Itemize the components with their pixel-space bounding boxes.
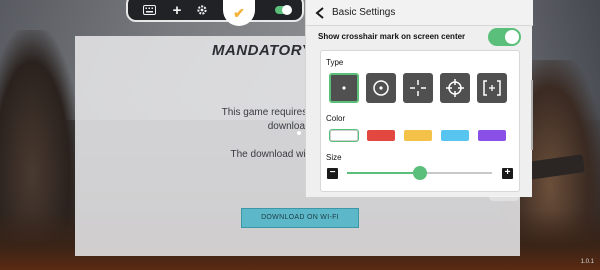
crosshair-toggle-switch[interactable] — [488, 28, 521, 46]
color-swatch-yellow[interactable] — [404, 130, 432, 141]
cross-gap-crosshair-icon — [410, 80, 426, 96]
color-swatch-white[interactable] — [330, 130, 358, 141]
color-swatch-blue[interactable] — [441, 130, 469, 141]
gear-icon[interactable] — [195, 3, 209, 17]
size-label: Size — [326, 153, 342, 162]
color-label: Color — [326, 114, 346, 123]
crosshair-type-dot[interactable] — [329, 73, 359, 103]
panel-header: Basic Settings — [306, 0, 533, 26]
back-chevron-icon[interactable] — [314, 6, 326, 20]
size-slider-fill — [347, 172, 420, 174]
crosshair-options-card: Type Color Size − + — [320, 50, 520, 192]
crosshair-type-bracket-plus[interactable] — [477, 73, 507, 103]
switch-knob — [505, 30, 519, 44]
bracket-plus-crosshair-icon — [483, 80, 501, 96]
crosshair-type-scope[interactable] — [440, 73, 470, 103]
keyboard-icon[interactable] — [142, 3, 156, 17]
color-swatch-purple[interactable] — [478, 130, 506, 141]
background-toggle-partial — [489, 196, 519, 201]
floating-toolbar: + — [126, 0, 304, 22]
panel-scrollbar[interactable] — [531, 80, 533, 150]
crosshair-toggle-label: Show crosshair mark on screen center — [318, 32, 466, 41]
crosshair-type-circle-dot[interactable] — [366, 73, 396, 103]
size-increase-button[interactable]: + — [502, 168, 513, 179]
size-decrease-button[interactable]: − — [327, 168, 338, 179]
circle-dot-crosshair-icon — [373, 80, 389, 96]
scope-crosshair-icon — [446, 79, 464, 97]
toolbar-toggle-icon[interactable] — [275, 5, 292, 15]
crosshair-dot-overlay — [297, 131, 301, 135]
type-label: Type — [326, 58, 344, 67]
crosshair-type-cross-gap[interactable] — [403, 73, 433, 103]
basic-settings-panel: Basic Settings Show crosshair mark on sc… — [305, 0, 533, 197]
download-on-wifi-button[interactable]: DOWNLOAD ON WI-FI — [241, 208, 359, 228]
plus-icon[interactable]: + — [170, 2, 184, 19]
size-slider[interactable] — [347, 166, 492, 180]
panel-title: Basic Settings — [332, 7, 396, 18]
size-slider-thumb[interactable] — [412, 166, 427, 180]
version-label: 1.0.1 — [580, 259, 594, 265]
dot-crosshair-icon — [342, 86, 346, 90]
color-swatch-red[interactable] — [367, 130, 395, 141]
